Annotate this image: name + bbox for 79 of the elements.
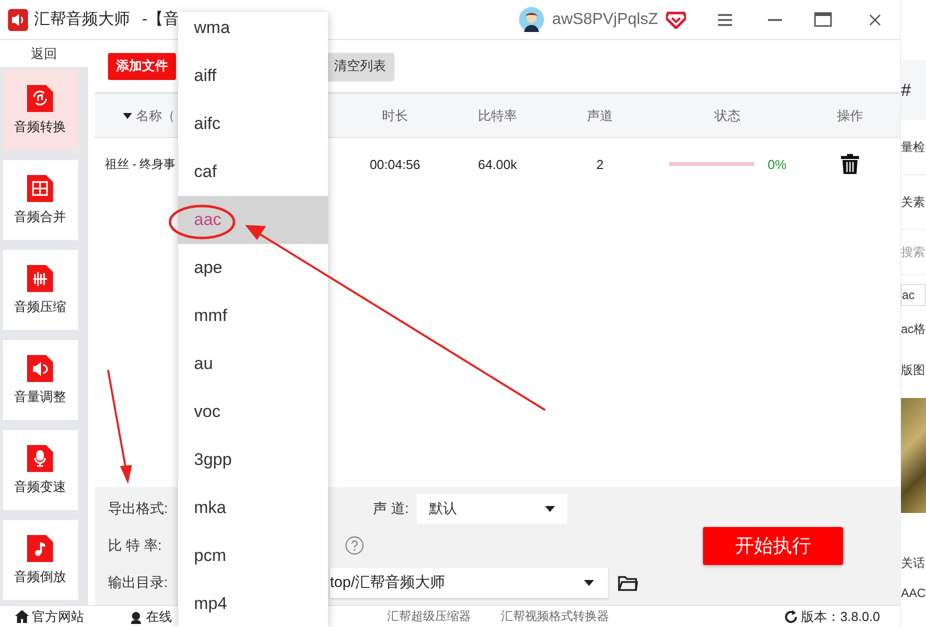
speaker-logo-icon bbox=[8, 8, 28, 30]
document-icon bbox=[27, 174, 53, 202]
sidebar-item[interactable]: 音频压缩 bbox=[2, 250, 78, 330]
highlight-ellipse bbox=[168, 204, 236, 240]
web-text: AAC bbox=[901, 586, 926, 600]
format-option[interactable]: wma bbox=[178, 12, 328, 52]
caret-icon bbox=[584, 580, 594, 586]
document-icon bbox=[27, 534, 53, 562]
table-cell-text: 00:04:56 bbox=[368, 156, 422, 172]
column-header: 名称（ bbox=[136, 106, 175, 124]
format-option[interactable]: caf bbox=[178, 148, 328, 196]
sidebar-item-label: 音频压缩 bbox=[14, 298, 66, 316]
sidebar-item[interactable]: 音频转换 bbox=[2, 70, 78, 150]
web-text: 关素 bbox=[901, 194, 925, 210]
footer-link[interactable]: 在线 bbox=[129, 608, 172, 626]
document-icon bbox=[27, 264, 53, 292]
table-cell-text: 64.00k bbox=[476, 156, 518, 172]
version-label: 版本：3.8.0.0 bbox=[784, 608, 880, 626]
refresh-icon bbox=[784, 610, 798, 624]
footer-link[interactable]: 汇帮超级压缩器 bbox=[387, 608, 471, 625]
clear-list-button[interactable]: 清空列表 bbox=[326, 52, 394, 80]
sidebar-item-label: 音量调整 bbox=[14, 388, 66, 406]
field-label: 输出目录: bbox=[108, 574, 168, 590]
table-cell-text: 2 bbox=[595, 156, 605, 172]
caret-icon bbox=[544, 506, 555, 512]
window-title: 汇帮音频大师 bbox=[34, 10, 130, 30]
back-button[interactable]: 返回 bbox=[0, 40, 88, 67]
column-header: 状态 bbox=[713, 106, 742, 124]
sidebar-item-label: 音频倒放 bbox=[14, 568, 66, 586]
document-icon bbox=[27, 354, 53, 382]
sidebar-item[interactable]: 音频合并 bbox=[2, 160, 78, 240]
web-text: 版图 bbox=[901, 362, 925, 379]
format-option[interactable]: au bbox=[178, 340, 328, 388]
field-label: 导出格式: bbox=[108, 500, 168, 516]
web-text: 量检 bbox=[901, 138, 925, 156]
footer-link[interactable]: 汇帮视频格式转换器 bbox=[501, 608, 609, 625]
format-option[interactable]: voc bbox=[178, 388, 328, 436]
sidebar-item-label: 音频合并 bbox=[14, 208, 66, 226]
web-input-field[interactable]: ac bbox=[901, 284, 926, 306]
table-cell: 祖丝 - 终身事 bbox=[105, 156, 176, 170]
document-icon bbox=[27, 444, 53, 472]
footer-link[interactable]: 官方网站 bbox=[15, 608, 84, 626]
avatar-icon bbox=[519, 7, 544, 32]
format-option[interactable]: mmf bbox=[178, 292, 328, 340]
format-option[interactable]: pcm bbox=[178, 532, 328, 580]
sidebar-item[interactable]: 音频倒放 bbox=[2, 520, 78, 600]
window-subtitle: -【音 bbox=[142, 10, 180, 30]
output-folder-field[interactable]: top/汇帮音频大师 bbox=[330, 568, 608, 598]
progress-percent: 0% bbox=[768, 156, 786, 172]
column-header: 操作 bbox=[836, 106, 864, 124]
field-label: 声 道: bbox=[373, 500, 409, 518]
format-option[interactable]: ape bbox=[178, 244, 328, 292]
format-option[interactable]: aifc bbox=[178, 100, 328, 148]
format-option[interactable]: mp4 bbox=[178, 580, 328, 627]
column-header: 声道 bbox=[586, 106, 614, 124]
start-button[interactable]: 开始执行 bbox=[703, 527, 843, 565]
trash-icon[interactable] bbox=[841, 154, 859, 174]
diamond-icon bbox=[666, 10, 686, 28]
format-option[interactable]: aiff bbox=[178, 52, 328, 100]
column-header: 比特率 bbox=[477, 106, 518, 124]
sidebar-item[interactable]: 音量调整 bbox=[2, 340, 78, 420]
column-header: 时长 bbox=[381, 106, 409, 124]
field-label: 比 特 率: bbox=[108, 536, 162, 553]
home-icon bbox=[15, 610, 29, 623]
channel-select[interactable]: 默认 bbox=[416, 494, 567, 524]
format-option[interactable]: 3gpp bbox=[178, 436, 328, 484]
folder-icon[interactable] bbox=[618, 574, 638, 591]
sidebar-item-label: 音频转换 bbox=[14, 118, 66, 136]
web-heading: # bbox=[901, 80, 912, 100]
document-icon bbox=[27, 84, 53, 112]
format-option[interactable]: mka bbox=[178, 484, 328, 532]
sidebar-item-label: 音频变速 bbox=[14, 478, 66, 496]
web-text: 关话 bbox=[901, 554, 925, 572]
user-name: awS8PVjPqlsZ bbox=[552, 10, 658, 28]
sidebar-item[interactable]: 音频变速 bbox=[2, 430, 78, 510]
help-icon[interactable] bbox=[345, 536, 364, 556]
sort-triangle-icon[interactable] bbox=[123, 112, 132, 118]
web-text: ac格 bbox=[901, 320, 926, 338]
add-file-button[interactable]: 添加文件 bbox=[108, 52, 176, 80]
